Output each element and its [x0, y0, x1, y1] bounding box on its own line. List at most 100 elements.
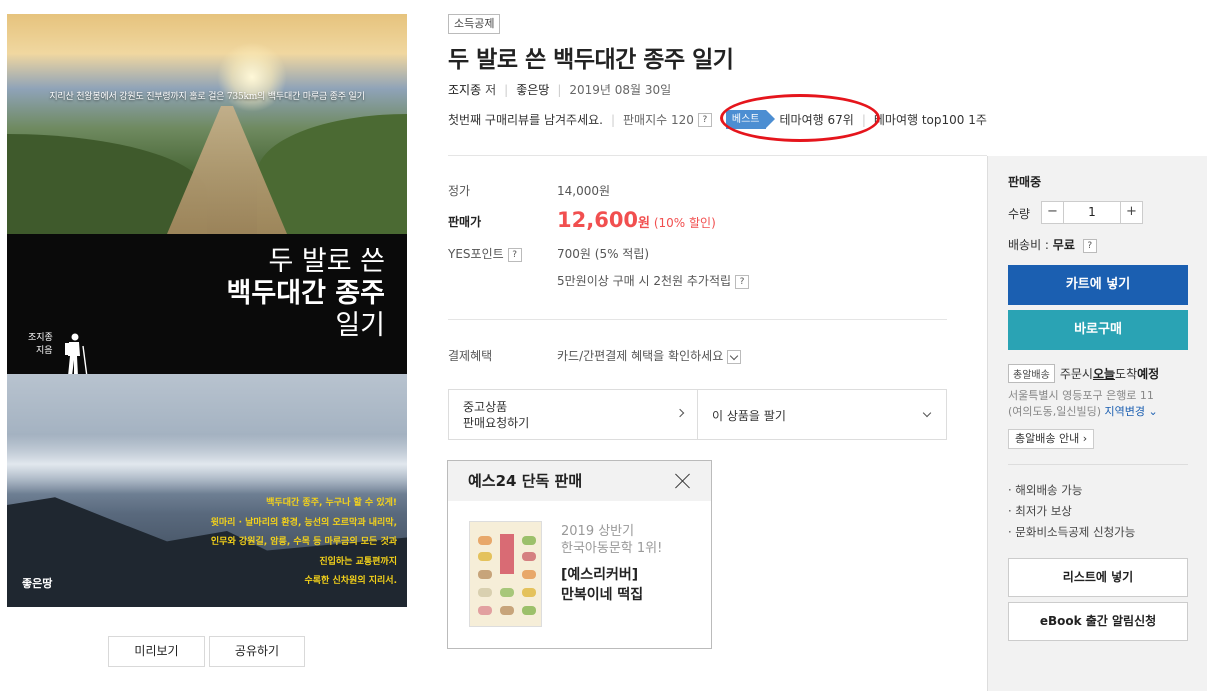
- divider: [448, 155, 987, 156]
- used-sale-request-line1: 중고상품: [463, 400, 508, 414]
- exclusive-book-title-line2: 만복이네 떡집: [561, 587, 644, 603]
- chevron-down-icon: [922, 408, 932, 418]
- cover-blurb: 백두대간 종주, 누구나 할 수 있게! 윗마리 · 날마리의 환경, 능선의 …: [211, 494, 397, 592]
- payment-benefit-label: 결제혜택: [448, 349, 493, 363]
- used-sale-request-line2: 판매요청하기: [463, 416, 530, 430]
- points-extra-help-icon[interactable]: ?: [735, 274, 750, 289]
- rank-top100[interactable]: 테마여행 top100 1주: [874, 111, 987, 128]
- meta-separator: |: [504, 82, 509, 97]
- shipping-fee-label: 배송비 :: [1008, 238, 1053, 252]
- close-icon[interactable]: [675, 473, 691, 489]
- income-deduction-tag: 소득공제: [448, 14, 501, 34]
- delivery-text: 주문시: [1059, 367, 1093, 381]
- add-to-list-button[interactable]: 리스트에 넣기: [1008, 558, 1188, 597]
- review-prompt-link[interactable]: 첫번째 구매리뷰를 남겨주세요.: [448, 111, 603, 128]
- sales-index-help-icon[interactable]: ?: [697, 112, 712, 127]
- quantity-stepper: − 1 +: [1041, 201, 1143, 224]
- cover-subtitle: 지리산 천왕봉에서 강원도 진부령까지 홀로 걸은 735km의 백두대간 마루…: [49, 92, 365, 102]
- address-line1: 서울특별시 영등포구 은행로 11: [1008, 389, 1154, 402]
- cover-top-landscape: [7, 14, 407, 234]
- cake-icon: [522, 606, 536, 615]
- cover-title-line3: 일기: [335, 310, 385, 341]
- highlight-circle: [720, 94, 880, 142]
- cover-hill-right: [257, 114, 407, 234]
- exclusive-sale-popup: 예스24 단독 판매 2019 상반기 한국아동문학 1위! [예스리커버] 만…: [447, 460, 712, 649]
- exclusive-blurb: 2019 상반기 한국아동문학 1위!: [561, 523, 662, 557]
- exclusive-book-thumbnail[interactable]: [469, 521, 542, 627]
- add-to-cart-button[interactable]: 카트에 넣기: [1008, 265, 1188, 305]
- cake-icon: [522, 570, 536, 579]
- cover-author-name: 조지종: [28, 333, 53, 343]
- change-region-link[interactable]: 지역변경: [1105, 405, 1145, 418]
- quantity-minus-button[interactable]: −: [1041, 201, 1064, 224]
- feature-item: · 최저가 보상: [1008, 504, 1072, 518]
- product-meta: 조지종 저 | 좋은땅 | 2019년 08월 30일: [448, 81, 671, 98]
- sale-status: 판매중: [1008, 175, 1042, 189]
- payment-benefit-value[interactable]: 카드/간편결제 혜택을 확인하세요: [557, 347, 742, 364]
- purchase-panel: 판매중 수량 − 1 + 배송비 : 무료 ? 카트에 넣기 바로구매 총알배송…: [987, 156, 1207, 691]
- cake-icon: [478, 588, 492, 597]
- feature-item: · 해외배송 가능: [1008, 483, 1083, 497]
- sale-price: 12,600원 (10% 할인): [557, 208, 716, 232]
- cover-title-line1: 두 발로 쓴: [268, 246, 385, 277]
- cake-icon: [500, 606, 514, 615]
- delivery-today: 오늘: [1092, 367, 1116, 381]
- shipping-fee-value: 무료: [1052, 238, 1075, 252]
- sales-index: 판매지수 120: [623, 113, 694, 127]
- express-delivery-info-button[interactable]: 총알배송 안내 ›: [1008, 429, 1095, 449]
- sale-price-value: 12,600: [557, 208, 639, 232]
- cover-publisher-logo: 좋은땅: [22, 577, 53, 590]
- exclusive-blurb-line1: 2019 상반기: [561, 524, 635, 539]
- meta-separator: |: [610, 112, 616, 127]
- cake-icon: [478, 552, 492, 561]
- points-value: 700원 (5% 적립): [557, 247, 650, 261]
- preview-button[interactable]: 미리보기: [108, 636, 205, 667]
- points-extra: 5만원이상 구매 시 2천원 추가적립?: [557, 272, 750, 289]
- used-product-box: 중고상품 판매요청하기 이 상품을 팔기: [448, 389, 947, 440]
- quantity-plus-button[interactable]: +: [1120, 201, 1143, 224]
- cover-title: 두 발로 쓴 백두대간 종주 일기: [227, 246, 385, 342]
- cover-mist: [7, 434, 407, 494]
- cover-author-role: 지음: [36, 346, 53, 356]
- chevron-right-icon: ›: [1082, 432, 1088, 445]
- sale-discount: (10% 할인): [653, 216, 716, 230]
- cake-icon: [478, 570, 492, 579]
- buy-now-button[interactable]: 바로구매: [1008, 310, 1188, 350]
- points-label: YES포인트?: [448, 245, 522, 262]
- exclusive-book-title[interactable]: [예스리커버] 만복이네 떡집: [561, 565, 643, 605]
- express-delivery-tag: 총알배송: [1008, 364, 1055, 383]
- quantity-input[interactable]: 1: [1064, 201, 1120, 224]
- publish-date: 2019년 08월 30일: [569, 83, 672, 97]
- share-button[interactable]: 공유하기: [209, 636, 305, 667]
- list-price-value: 14,000원: [557, 184, 611, 198]
- divider: [448, 319, 947, 320]
- publisher-link[interactable]: 좋은땅: [516, 81, 549, 98]
- divider: [1008, 464, 1188, 465]
- chevron-down-icon[interactable]: [727, 349, 742, 364]
- cake-icon: [478, 606, 492, 615]
- cake-icon: [522, 588, 536, 597]
- cover-blurb-line: 백두대간 종주, 누구나 할 수 있게!: [266, 498, 397, 508]
- list-price-label: 정가: [448, 184, 471, 198]
- feature-item: · 문화비소득공제 신청가능: [1008, 525, 1136, 539]
- points-help-icon[interactable]: ?: [507, 247, 522, 262]
- cover-title-line2: 백두대간 종주: [226, 278, 385, 309]
- ebook-notify-button[interactable]: eBook 출간 알림신청: [1008, 602, 1188, 641]
- delivery-text: 도착: [1115, 367, 1138, 381]
- book-cover-image[interactable]: 지리산 천왕봉에서 강원도 진부령까지 홀로 걸은 735km의 백두대간 마루…: [7, 14, 407, 607]
- meta-separator: |: [557, 82, 562, 97]
- payment-benefit-text: 카드/간편결제 혜택을 확인하세요: [557, 349, 724, 363]
- sale-price-label: 판매가: [448, 215, 482, 229]
- sell-this-product-button[interactable]: 이 상품을 팔기: [698, 390, 946, 439]
- used-sale-request-button[interactable]: 중고상품 판매요청하기: [449, 390, 698, 439]
- exclusive-blurb-line2: 한국아동문학 1위!: [561, 541, 663, 556]
- chevron-down-icon: ⌄: [1145, 405, 1158, 418]
- delivery-eta: 예정: [1137, 367, 1160, 381]
- product-stats: 첫번째 구매리뷰를 남겨주세요. | 판매지수 120 ? 베스트 테마여행 6…: [448, 110, 987, 129]
- shipping-fee: 배송비 : 무료 ?: [1008, 236, 1097, 253]
- shipping-help-icon[interactable]: ?: [1082, 238, 1097, 253]
- cake-icon: [522, 552, 536, 561]
- cake-icon: [522, 536, 536, 545]
- author-link[interactable]: 조지종: [448, 81, 481, 98]
- sale-price-unit: 원: [638, 216, 651, 231]
